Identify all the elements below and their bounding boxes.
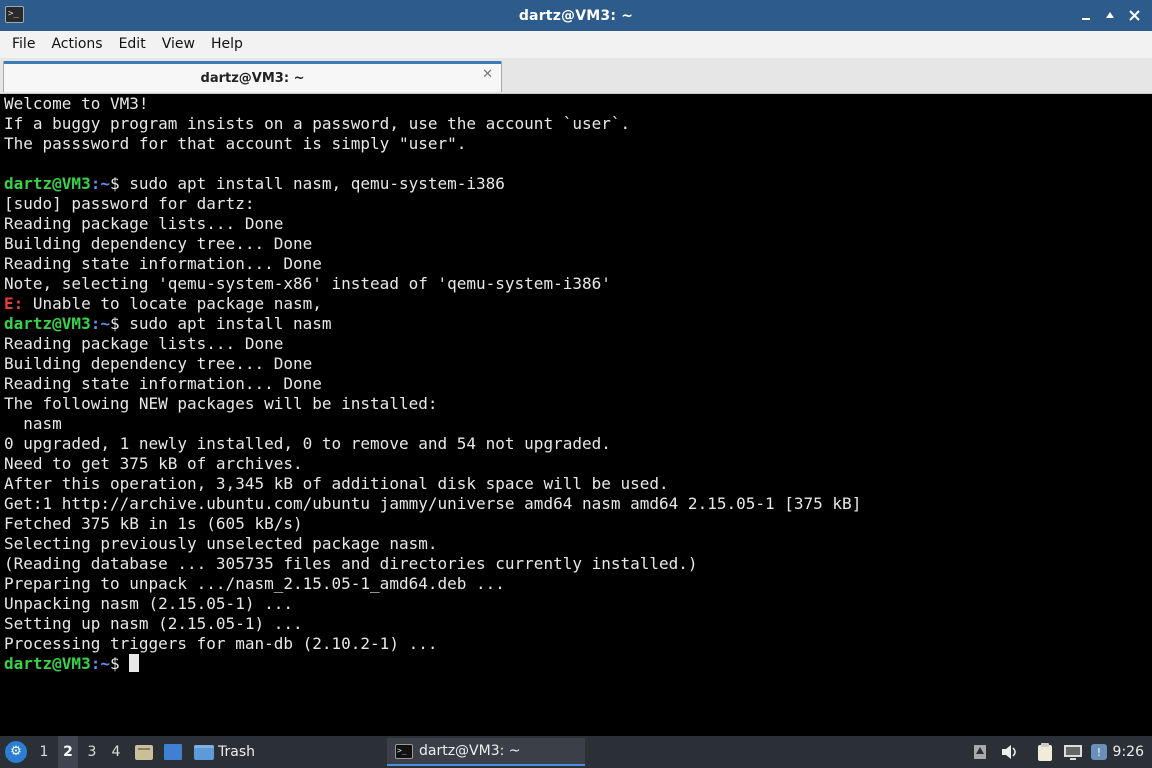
prompt-line: dartz@VM3:~$ <box>4 654 1152 674</box>
workspace-2[interactable]: 2 <box>58 736 78 768</box>
terminal-line: Preparing to unpack .../nasm_2.15.05-1_a… <box>4 574 505 593</box>
terminal-line: 0 upgraded, 1 newly installed, 0 to remo… <box>4 434 611 453</box>
terminal-line: Need to get 375 kB of archives. <box>4 454 303 473</box>
workspace-3[interactable]: 3 <box>82 736 102 768</box>
minimize-icon[interactable] <box>1074 4 1098 28</box>
menu-help[interactable]: Help <box>203 31 251 58</box>
menu-actions[interactable]: Actions <box>43 31 110 58</box>
clipboard-icon[interactable] <box>1036 736 1054 768</box>
prompt-symbol: $ <box>109 314 130 333</box>
terminal-line: The passsword for that account is simply… <box>4 134 467 153</box>
error-prefix: E: <box>4 294 33 313</box>
prompt-user-host: dartz@VM3 <box>4 314 91 333</box>
terminal-line: [sudo] password for dartz: <box>4 194 255 213</box>
window-titlebar[interactable]: >_ dartz@VM3: ~ <box>0 0 1152 31</box>
workspace-1[interactable]: 1 <box>34 736 54 768</box>
task-terminal-button[interactable]: >_ dartz@VM3: ~ <box>387 738 585 766</box>
start-menu-icon[interactable]: ⚙ <box>5 741 27 763</box>
error-text: Unable to locate package nasm, <box>32 294 322 313</box>
prompt-symbol: $ <box>109 174 130 193</box>
error-line: E: Unable to locate package nasm, <box>4 294 1152 314</box>
terminal-line: Setting up nasm (2.15.05-1) ... <box>4 614 303 633</box>
menu-edit[interactable]: Edit <box>111 31 154 58</box>
command-text: sudo apt install nasm <box>129 314 332 333</box>
folder-icon <box>194 744 214 760</box>
tab-terminal[interactable]: dartz@VM3: ~ ✕ <box>3 61 502 92</box>
tab-label: dartz@VM3: ~ <box>200 70 305 86</box>
terminal-line: Reading package lists... Done <box>4 334 284 353</box>
terminal-line: Reading state information... Done <box>4 374 322 393</box>
terminal-icon: >_ <box>395 743 413 759</box>
terminal-line: nasm <box>4 414 62 433</box>
network-icon[interactable] <box>972 736 988 768</box>
show-desktop-icon[interactable] <box>163 743 183 761</box>
prompt-line: dartz@VM3:~$ sudo apt install nasm, qemu… <box>4 174 1152 194</box>
menu-bar: File Actions Edit View Help <box>0 31 1152 58</box>
prompt-line: dartz@VM3:~$ sudo apt install nasm <box>4 314 1152 334</box>
terminal-line: (Reading database ... 305735 files and d… <box>4 554 698 573</box>
clock[interactable]: 9:26 <box>1113 736 1144 768</box>
terminal-icon: >_ <box>5 6 24 23</box>
prompt-path: :~ <box>90 174 110 193</box>
terminal-line: Building dependency tree... Done <box>4 354 313 373</box>
terminal-line: The following NEW packages will be insta… <box>4 394 438 413</box>
menu-file[interactable]: File <box>4 31 43 58</box>
svg-text:!: ! <box>1097 746 1101 759</box>
prompt-user-host: dartz@VM3 <box>4 174 91 193</box>
close-icon[interactable] <box>1122 4 1146 28</box>
terminal-line: Fetched 375 kB in 1s (605 kB/s) <box>4 514 303 533</box>
terminal-line: Reading package lists... Done <box>4 214 284 233</box>
update-icon[interactable]: ! <box>1090 736 1108 768</box>
volume-icon[interactable] <box>1000 736 1018 768</box>
prompt-path: :~ <box>90 314 110 333</box>
tab-bar: dartz@VM3: ~ ✕ <box>0 58 1152 94</box>
taskbar: ⚙ 1 2 3 4 Trash >_ dartz@VM3: ~ ! 9:26 <box>0 736 1152 768</box>
menu-view[interactable]: View <box>154 31 203 58</box>
trash-launcher[interactable]: Trash <box>194 736 255 768</box>
terminal-line: Note, selecting 'qemu-system-x86' instea… <box>4 274 611 293</box>
text-cursor <box>129 654 140 672</box>
terminal-line: Reading state information... Done <box>4 254 322 273</box>
terminal-line: Get:1 http://archive.ubuntu.com/ubuntu j… <box>4 494 862 513</box>
file-manager-icon[interactable] <box>134 743 154 761</box>
terminal-line: After this operation, 3,345 kB of additi… <box>4 474 669 493</box>
prompt-user-host: dartz@VM3 <box>4 654 91 673</box>
terminal-line: Processing triggers for man-db (2.10.2-1… <box>4 634 438 653</box>
trash-label: Trash <box>218 744 255 760</box>
command-text: sudo apt install nasm, qemu-system-i386 <box>129 174 505 193</box>
tab-close-icon[interactable]: ✕ <box>482 67 493 82</box>
terminal-line: Unpacking nasm (2.15.05-1) ... <box>4 594 293 613</box>
workspace-4[interactable]: 4 <box>106 736 126 768</box>
maximize-icon[interactable] <box>1098 4 1122 28</box>
terminal-line: Selecting previously unselected package … <box>4 534 438 553</box>
display-icon[interactable] <box>1063 736 1083 768</box>
prompt-symbol: $ <box>109 654 130 673</box>
terminal-output[interactable]: Welcome to VM3! If a buggy program insis… <box>0 94 1152 736</box>
terminal-line: If a buggy program insists on a password… <box>4 114 631 133</box>
window-title: dartz@VM3: ~ <box>518 7 634 24</box>
terminal-line: Welcome to VM3! <box>4 94 149 113</box>
terminal-line: Building dependency tree... Done <box>4 234 313 253</box>
task-label: dartz@VM3: ~ <box>419 743 521 759</box>
prompt-path: :~ <box>90 654 110 673</box>
